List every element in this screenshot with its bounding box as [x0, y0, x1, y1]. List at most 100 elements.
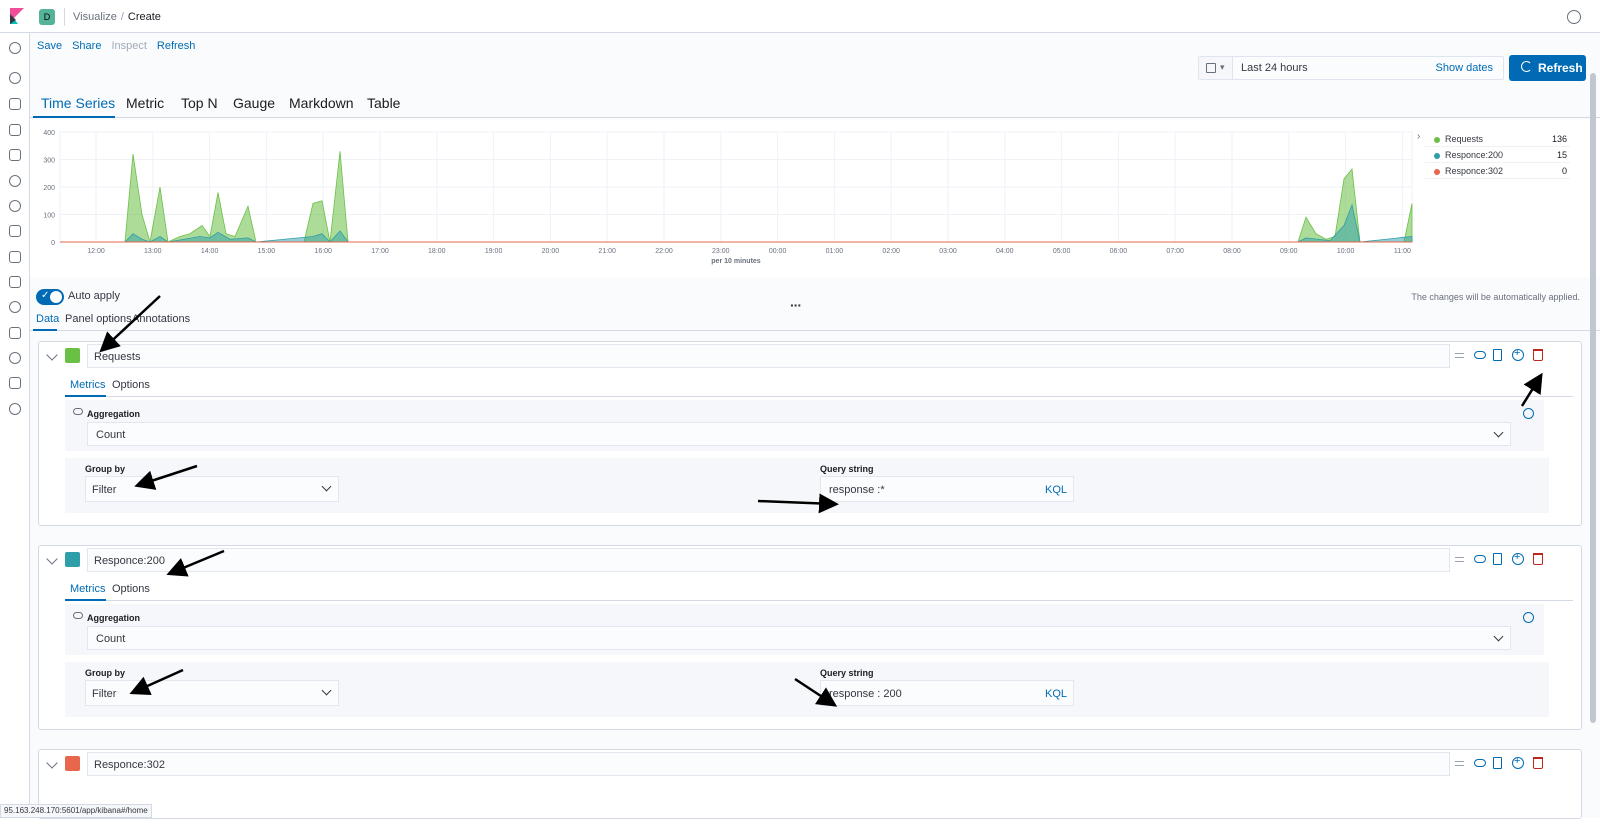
clone-series-icon[interactable]: [1493, 349, 1502, 361]
apm-icon[interactable]: [9, 276, 21, 288]
toggle-visibility-icon[interactable]: [1474, 351, 1486, 359]
series-label-input[interactable]: Responce:302: [87, 752, 1450, 776]
add-metric-icon[interactable]: [1523, 612, 1534, 623]
series-label-input[interactable]: Requests: [87, 344, 1450, 368]
drag-handle-icon[interactable]: [1455, 557, 1464, 562]
add-series-icon[interactable]: [1512, 551, 1524, 565]
drag-handle-icon[interactable]: [1455, 761, 1464, 766]
delete-series-icon[interactable]: [1533, 553, 1543, 565]
kibana-logo-icon[interactable]: [8, 8, 24, 24]
date-range-text[interactable]: Last 24 hours: [1241, 62, 1308, 74]
series-actions: [1455, 551, 1550, 567]
series-color-picker[interactable]: [65, 756, 80, 771]
management-gear-icon[interactable]: [9, 403, 21, 415]
series-label-input[interactable]: Responce:200: [87, 548, 1450, 572]
refresh-link[interactable]: Refresh: [157, 40, 196, 52]
eye-icon[interactable]: [73, 612, 83, 619]
clone-series-icon[interactable]: [1493, 757, 1502, 769]
page-scrollbar[interactable]: [1590, 73, 1596, 723]
series-color-picker[interactable]: [65, 552, 80, 567]
clone-series-icon[interactable]: [1493, 553, 1502, 565]
quick-select-button[interactable]: ▾: [1199, 57, 1233, 79]
delete-series-icon[interactable]: [1533, 757, 1543, 769]
tab-table[interactable]: Table: [367, 95, 400, 111]
collapse-chevron-icon[interactable]: [46, 757, 58, 769]
tab-metric[interactable]: Metric: [126, 95, 164, 111]
tab-metrics[interactable]: Metrics: [70, 379, 105, 391]
toggle-visibility-icon[interactable]: [1474, 555, 1486, 563]
kql-language-toggle[interactable]: KQL: [1045, 688, 1067, 700]
breadcrumb-separator: /: [120, 11, 124, 23]
group-by-value: Filter: [92, 688, 117, 700]
dashboard-icon[interactable]: [9, 124, 21, 136]
siem-icon[interactable]: [9, 327, 21, 339]
active-tab-indicator: [65, 395, 106, 397]
visualize-icon[interactable]: [9, 98, 21, 110]
aggregation-title: Aggregation: [87, 409, 140, 419]
legend-series-value: 0: [1561, 166, 1567, 176]
uptime-icon[interactable]: [9, 301, 21, 313]
aggregation-select[interactable]: Count: [87, 626, 1511, 650]
aggregation-title: Aggregation: [87, 613, 140, 623]
y-tick-label: 200: [43, 185, 55, 192]
breadcrumb-visualize[interactable]: Visualize: [73, 11, 117, 23]
aggregation-select[interactable]: Count: [87, 422, 1511, 446]
recent-icon[interactable]: [9, 42, 21, 54]
collapse-chevron-icon[interactable]: [46, 553, 58, 565]
query-string-input[interactable]: response : 200 KQL: [820, 680, 1074, 706]
kql-language-toggle[interactable]: KQL: [1045, 484, 1067, 496]
logs-icon[interactable]: [9, 251, 21, 263]
monitoring-icon[interactable]: [9, 377, 21, 389]
chevron-down-icon: ▾: [1220, 62, 1225, 72]
refresh-icon: [1521, 61, 1532, 72]
x-tick-label: 14:00: [201, 248, 219, 255]
tab-top-n[interactable]: Top N: [181, 95, 218, 111]
legend-item: Responce:200 15: [1425, 147, 1570, 163]
delete-series-icon[interactable]: [1533, 349, 1543, 361]
auto-apply-toggle[interactable]: ✓: [36, 289, 64, 305]
space-avatar[interactable]: D: [39, 9, 55, 25]
save-link[interactable]: Save: [37, 40, 62, 52]
eye-icon[interactable]: [73, 408, 83, 415]
tab-data[interactable]: Data: [36, 313, 59, 325]
share-link[interactable]: Share: [72, 40, 101, 52]
add-series-icon[interactable]: [1512, 347, 1524, 361]
aggregation-value: Count: [96, 633, 126, 645]
toggle-visibility-icon[interactable]: [1474, 759, 1486, 767]
tab-gauge[interactable]: Gauge: [233, 95, 275, 111]
infrastructure-icon[interactable]: [9, 225, 21, 237]
active-tab-indicator: [65, 599, 106, 601]
group-by-select[interactable]: Filter: [85, 476, 339, 502]
add-series-icon[interactable]: [1512, 755, 1524, 769]
add-metric-icon[interactable]: [1523, 408, 1534, 419]
collapse-chevron-icon[interactable]: [46, 349, 58, 361]
drag-handle-icon[interactable]: [1455, 353, 1464, 358]
series-color-picker[interactable]: [65, 348, 80, 363]
show-dates-link[interactable]: Show dates: [1436, 62, 1493, 74]
x-tick-label: 21:00: [598, 248, 616, 255]
group-by-panel: Group by Filter Query string response : …: [65, 662, 1549, 717]
refresh-button[interactable]: Refresh: [1509, 55, 1586, 81]
dev-tools-icon[interactable]: [9, 352, 21, 364]
group-by-select[interactable]: Filter: [85, 680, 339, 706]
x-tick-label: 10:00: [1337, 248, 1355, 255]
maps-icon[interactable]: [9, 175, 21, 187]
canvas-icon[interactable]: [9, 149, 21, 161]
tab-annotations[interactable]: Annotations: [132, 313, 190, 325]
discover-icon[interactable]: [9, 72, 21, 84]
tab-markdown[interactable]: Markdown: [289, 95, 354, 111]
legend-toggle-icon[interactable]: ›: [1417, 131, 1420, 142]
help-icon[interactable]: [1567, 10, 1581, 24]
tab-panel-options[interactable]: Panel options: [65, 313, 132, 325]
x-tick-label: 22:00: [655, 248, 673, 255]
x-tick-label: 20:00: [542, 248, 560, 255]
ml-icon[interactable]: [9, 200, 21, 212]
tab-time-series[interactable]: Time Series: [41, 95, 115, 111]
breadcrumb-create: Create: [127, 11, 161, 23]
query-string-value: response : 200: [829, 688, 902, 700]
query-string-input[interactable]: response :* KQL: [820, 476, 1074, 502]
tab-metrics[interactable]: Metrics: [70, 583, 105, 595]
tab-options[interactable]: Options: [112, 583, 150, 595]
x-tick-label: 08:00: [1223, 248, 1241, 255]
tab-options[interactable]: Options: [112, 379, 150, 391]
